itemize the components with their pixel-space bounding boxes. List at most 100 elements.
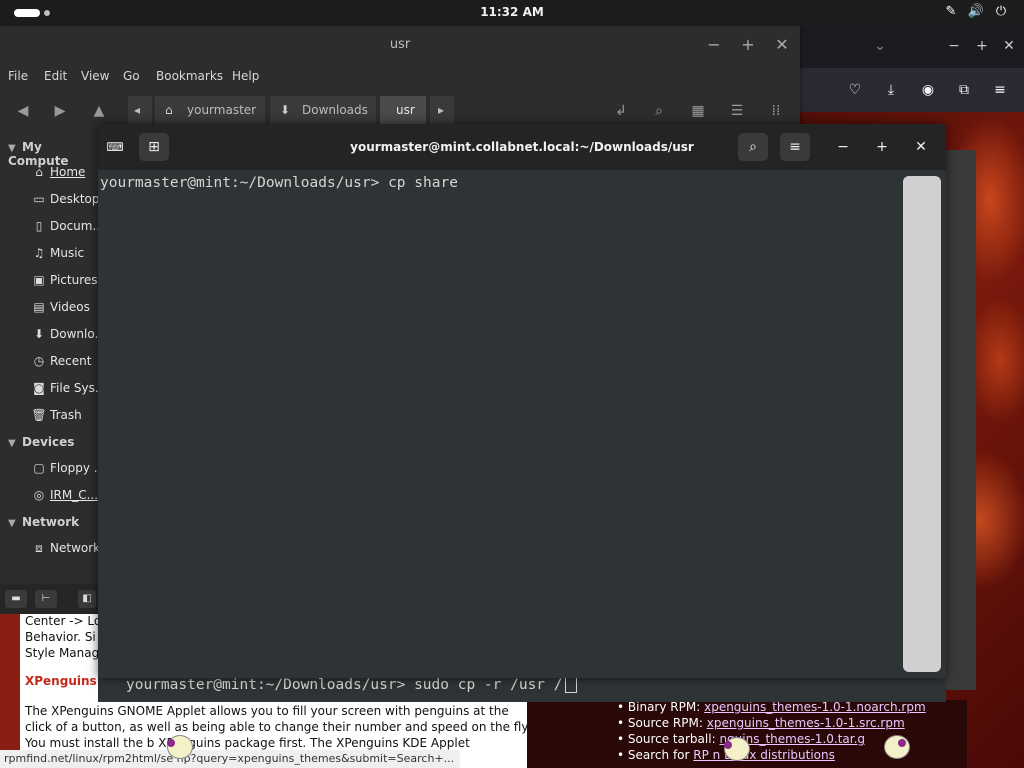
file-manager-titlebar: usr − + ✕ bbox=[0, 26, 800, 64]
home-icon: ⌂ bbox=[165, 103, 173, 117]
sidebar-item-desktop[interactable]: ▭ Desktop bbox=[30, 192, 99, 206]
text-line: click of a button, as well as being able… bbox=[25, 720, 531, 734]
maximize-icon[interactable]: + bbox=[867, 133, 897, 161]
network-icon: ⧈ bbox=[35, 541, 43, 555]
sidebar-item-label: Recent bbox=[50, 354, 92, 368]
search-icon[interactable]: ⌕ bbox=[650, 102, 668, 120]
terminal-titlebar: ⌨ ⊞ yourmaster@mint.collabnet.local:~/Do… bbox=[98, 124, 946, 171]
minimize-icon[interactable]: − bbox=[828, 133, 858, 161]
sidebar-item-floppy[interactable]: ▢ Floppy ... bbox=[30, 461, 105, 475]
menu-view[interactable]: View bbox=[81, 69, 109, 83]
close-icon[interactable]: ✕ bbox=[772, 35, 792, 55]
breadcrumb-downloads[interactable]: ⬇ Downloads bbox=[270, 96, 376, 124]
minimize-icon[interactable]: − bbox=[944, 36, 964, 56]
terminal-scrollbar[interactable] bbox=[903, 176, 941, 672]
download-link[interactable]: RP n Linux distributions bbox=[693, 748, 835, 762]
icon-view-icon[interactable]: ▦ bbox=[689, 102, 707, 120]
download-label: Binary RPM: bbox=[627, 700, 701, 714]
sidebar-item-filesystem[interactable]: ◙ File Sys... bbox=[30, 381, 106, 395]
sidebar-item-label: Floppy ... bbox=[50, 461, 106, 475]
back-icon[interactable]: ◀ bbox=[14, 102, 32, 120]
breadcrumb-left-arrow[interactable]: ◂ bbox=[128, 96, 152, 124]
terminal-command-line[interactable]: yourmaster@mint:~/Downloads/usr> sudo cp… bbox=[98, 676, 946, 702]
menu-go[interactable]: Go bbox=[123, 69, 140, 83]
floppy-icon: ▢ bbox=[33, 461, 45, 475]
up-icon[interactable]: ▲ bbox=[90, 102, 108, 120]
text-line: You must install the b XPenguins package… bbox=[25, 736, 470, 750]
sidebar-item-downloads[interactable]: ⬇ Downlo... bbox=[30, 327, 106, 341]
sidebar-section-devices[interactable]: ▼ Devices bbox=[8, 435, 74, 449]
sidebar-item-label: Videos bbox=[50, 300, 90, 314]
window-title: usr bbox=[389, 37, 411, 52]
sidebar-item-videos[interactable]: ▤ Videos bbox=[30, 300, 90, 314]
disc-icon: ◎ bbox=[33, 488, 45, 502]
pocket-icon[interactable]: ♡ bbox=[845, 80, 865, 100]
minimize-icon[interactable]: − bbox=[704, 35, 724, 55]
text-line: Style Manag bbox=[25, 646, 100, 660]
menu-icon[interactable]: ≡ bbox=[990, 80, 1010, 100]
volume-icon[interactable]: 🔊 bbox=[967, 3, 985, 21]
text-line: Behavior. Si bbox=[25, 630, 96, 644]
forward-icon[interactable]: ▶ bbox=[51, 102, 69, 120]
hide-sidebar-icon[interactable]: ◧ bbox=[78, 590, 96, 608]
maximize-icon[interactable]: + bbox=[738, 35, 758, 55]
download-link[interactable]: xpenguins_themes-1.0-1.noarch.rpm bbox=[704, 700, 926, 714]
sidebar-item-trash[interactable]: 🗑 Trash bbox=[30, 408, 81, 422]
extensions-icon[interactable]: ⧉ bbox=[954, 80, 974, 100]
chevron-down-icon[interactable]: ⌄ bbox=[870, 36, 890, 56]
menu-bar: File Edit View Go Bookmarks Help bbox=[0, 64, 800, 88]
search-icon[interactable]: ⌕ bbox=[738, 133, 768, 161]
close-icon[interactable]: ✕ bbox=[906, 133, 936, 161]
menu-bookmarks[interactable]: Bookmarks bbox=[156, 69, 223, 83]
text-line: The XPenguins GNOME Applet allows you to… bbox=[25, 704, 509, 718]
text-line: Center -> Lo bbox=[25, 614, 102, 628]
account-icon[interactable]: ◉ bbox=[918, 80, 938, 100]
sidebar-item-home[interactable]: ⌂ Home bbox=[30, 165, 85, 179]
places-icon[interactable]: ▬ bbox=[5, 590, 27, 608]
terminal-title: yourmaster@mint.collabnet.local:~/Downlo… bbox=[350, 140, 694, 154]
breadcrumb-usr[interactable]: usr bbox=[380, 96, 426, 124]
tree-icon[interactable]: ⊢ bbox=[35, 590, 57, 608]
hamburger-menu-icon[interactable]: ≡ bbox=[780, 133, 810, 161]
list-view-icon[interactable]: ☰ bbox=[728, 102, 746, 120]
music-icon: ♫ bbox=[33, 246, 45, 260]
breadcrumb-right-arrow[interactable]: ▸ bbox=[430, 96, 454, 124]
sidebar-item-pictures[interactable]: ▣ Pictures bbox=[30, 273, 97, 287]
menu-file[interactable]: File bbox=[8, 69, 28, 83]
penguin-sprite bbox=[880, 733, 910, 759]
download-link[interactable]: xpenguins_themes-1.0-1.src.rpm bbox=[707, 716, 905, 730]
trash-icon: 🗑 bbox=[31, 408, 47, 422]
penguin-sprite bbox=[720, 735, 750, 761]
sidebar-item-documents[interactable]: ▯ Docum... bbox=[30, 219, 104, 233]
sidebar-item-label: Home bbox=[50, 165, 86, 179]
maximize-icon[interactable]: + bbox=[972, 36, 992, 56]
drive-icon: ◙ bbox=[33, 381, 45, 395]
sidebar-item-music[interactable]: ♫ Music bbox=[30, 246, 85, 260]
download-label: Source RPM: bbox=[627, 716, 703, 730]
compact-view-icon[interactable]: ⁞⁞ bbox=[767, 102, 785, 120]
download-icon[interactable]: ⤓ bbox=[881, 80, 901, 100]
terminal-body[interactable]: yourmaster@mint:~/Downloads/usr> cp shar… bbox=[98, 170, 946, 678]
download-label: Search for bbox=[627, 748, 690, 762]
sidebar-section-my-computer[interactable]: ▼ My Compute bbox=[8, 140, 98, 168]
sidebar-section-network[interactable]: ▼ Network bbox=[8, 515, 79, 529]
clock[interactable]: 11:32 AM bbox=[0, 5, 1024, 19]
breadcrumb-home[interactable]: ⌂ yourmaster bbox=[155, 96, 265, 124]
toggle-location-icon[interactable]: ↲ bbox=[612, 102, 630, 120]
link-status-url: rpmfind.net/linux/rpm2html/se hp?query=x… bbox=[0, 750, 460, 768]
power-icon[interactable]: ⏻ bbox=[992, 3, 1010, 21]
sidebar-item-label: Music bbox=[50, 246, 85, 260]
menu-help[interactable]: Help bbox=[232, 69, 259, 83]
menu-edit[interactable]: Edit bbox=[44, 69, 67, 83]
browser-window: ⌄ − + ✕ ♡ ⤓ ◉ ⧉ ≡ bbox=[800, 26, 1024, 112]
expander-icon: ▼ bbox=[8, 438, 16, 449]
sidebar-item-recent[interactable]: ◷ Recent bbox=[30, 354, 92, 368]
breadcrumb-label: yourmaster bbox=[187, 103, 257, 117]
picture-icon: ▣ bbox=[33, 273, 45, 287]
browser-sidebar-panel bbox=[946, 150, 976, 690]
sidebar-item-cdrom[interactable]: ◎ IRM_C... bbox=[30, 488, 98, 502]
sidebar-item-network[interactable]: ⧈ Network bbox=[30, 541, 100, 556]
close-icon[interactable]: ✕ bbox=[999, 36, 1019, 56]
pen-icon[interactable]: ✎ bbox=[942, 3, 960, 21]
terminal-command-text: yourmaster@mint:~/Downloads/usr> sudo cp… bbox=[126, 677, 563, 693]
